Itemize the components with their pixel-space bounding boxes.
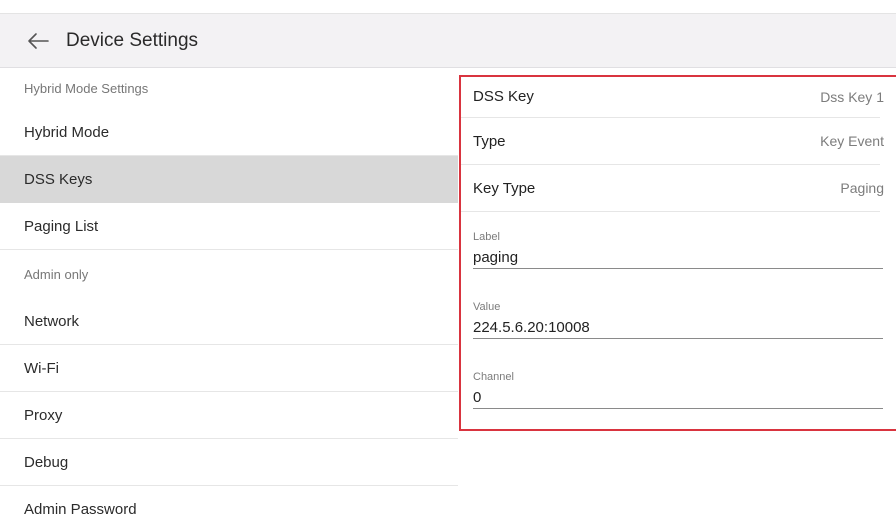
label-field-caption: Label bbox=[473, 231, 500, 243]
dss-key-label: DSS Key bbox=[473, 88, 534, 105]
settings-sidebar: Hybrid Mode Settings Hybrid Mode DSS Key… bbox=[0, 68, 458, 531]
value-field-caption: Value bbox=[473, 301, 501, 313]
sidebar-item-proxy[interactable]: Proxy bbox=[0, 392, 458, 439]
key-type-value: Paging bbox=[840, 180, 884, 196]
value-input[interactable]: 224.5.6.20:10008 bbox=[473, 315, 883, 339]
sidebar-item-paging-list[interactable]: Paging List bbox=[0, 203, 458, 250]
type-value: Key Event bbox=[820, 133, 884, 149]
channel-field-caption: Channel bbox=[473, 371, 514, 383]
row-key-type[interactable]: Key Type Paging bbox=[460, 165, 884, 212]
label-field: Label paging bbox=[473, 231, 883, 269]
dss-key-detail-panel: DSS Key Dss Key 1 Type Key Event Key Typ… bbox=[460, 76, 896, 531]
sidebar-item-admin-password[interactable]: Admin Password bbox=[0, 486, 458, 531]
value-field: Value 224.5.6.20:10008 bbox=[473, 301, 883, 339]
section-header-admin: Admin only bbox=[24, 266, 89, 282]
channel-field: Channel 0 bbox=[473, 371, 883, 409]
app-header: Device Settings bbox=[0, 14, 896, 68]
channel-input[interactable]: 0 bbox=[473, 385, 883, 409]
sidebar-item-debug[interactable]: Debug bbox=[0, 439, 458, 486]
dss-key-value: Dss Key 1 bbox=[820, 88, 884, 105]
section-header-hybrid: Hybrid Mode Settings bbox=[24, 81, 149, 96]
key-type-label: Key Type bbox=[473, 179, 536, 197]
back-button[interactable] bbox=[24, 27, 52, 55]
type-label: Type bbox=[473, 132, 506, 150]
sidebar-item-hybrid-mode[interactable]: Hybrid Mode bbox=[0, 109, 458, 156]
page-title: Device Settings bbox=[66, 29, 199, 51]
sidebar-item-wifi[interactable]: Wi-Fi bbox=[0, 345, 458, 392]
row-dss-key[interactable]: DSS Key Dss Key 1 bbox=[460, 76, 884, 118]
top-strip bbox=[0, 0, 896, 14]
label-input[interactable]: paging bbox=[473, 245, 883, 269]
sidebar-item-dss-keys[interactable]: DSS Keys bbox=[0, 156, 458, 203]
arrow-left-icon bbox=[28, 32, 49, 49]
sidebar-item-network[interactable]: Network bbox=[0, 298, 458, 345]
row-type[interactable]: Type Key Event bbox=[460, 118, 884, 165]
